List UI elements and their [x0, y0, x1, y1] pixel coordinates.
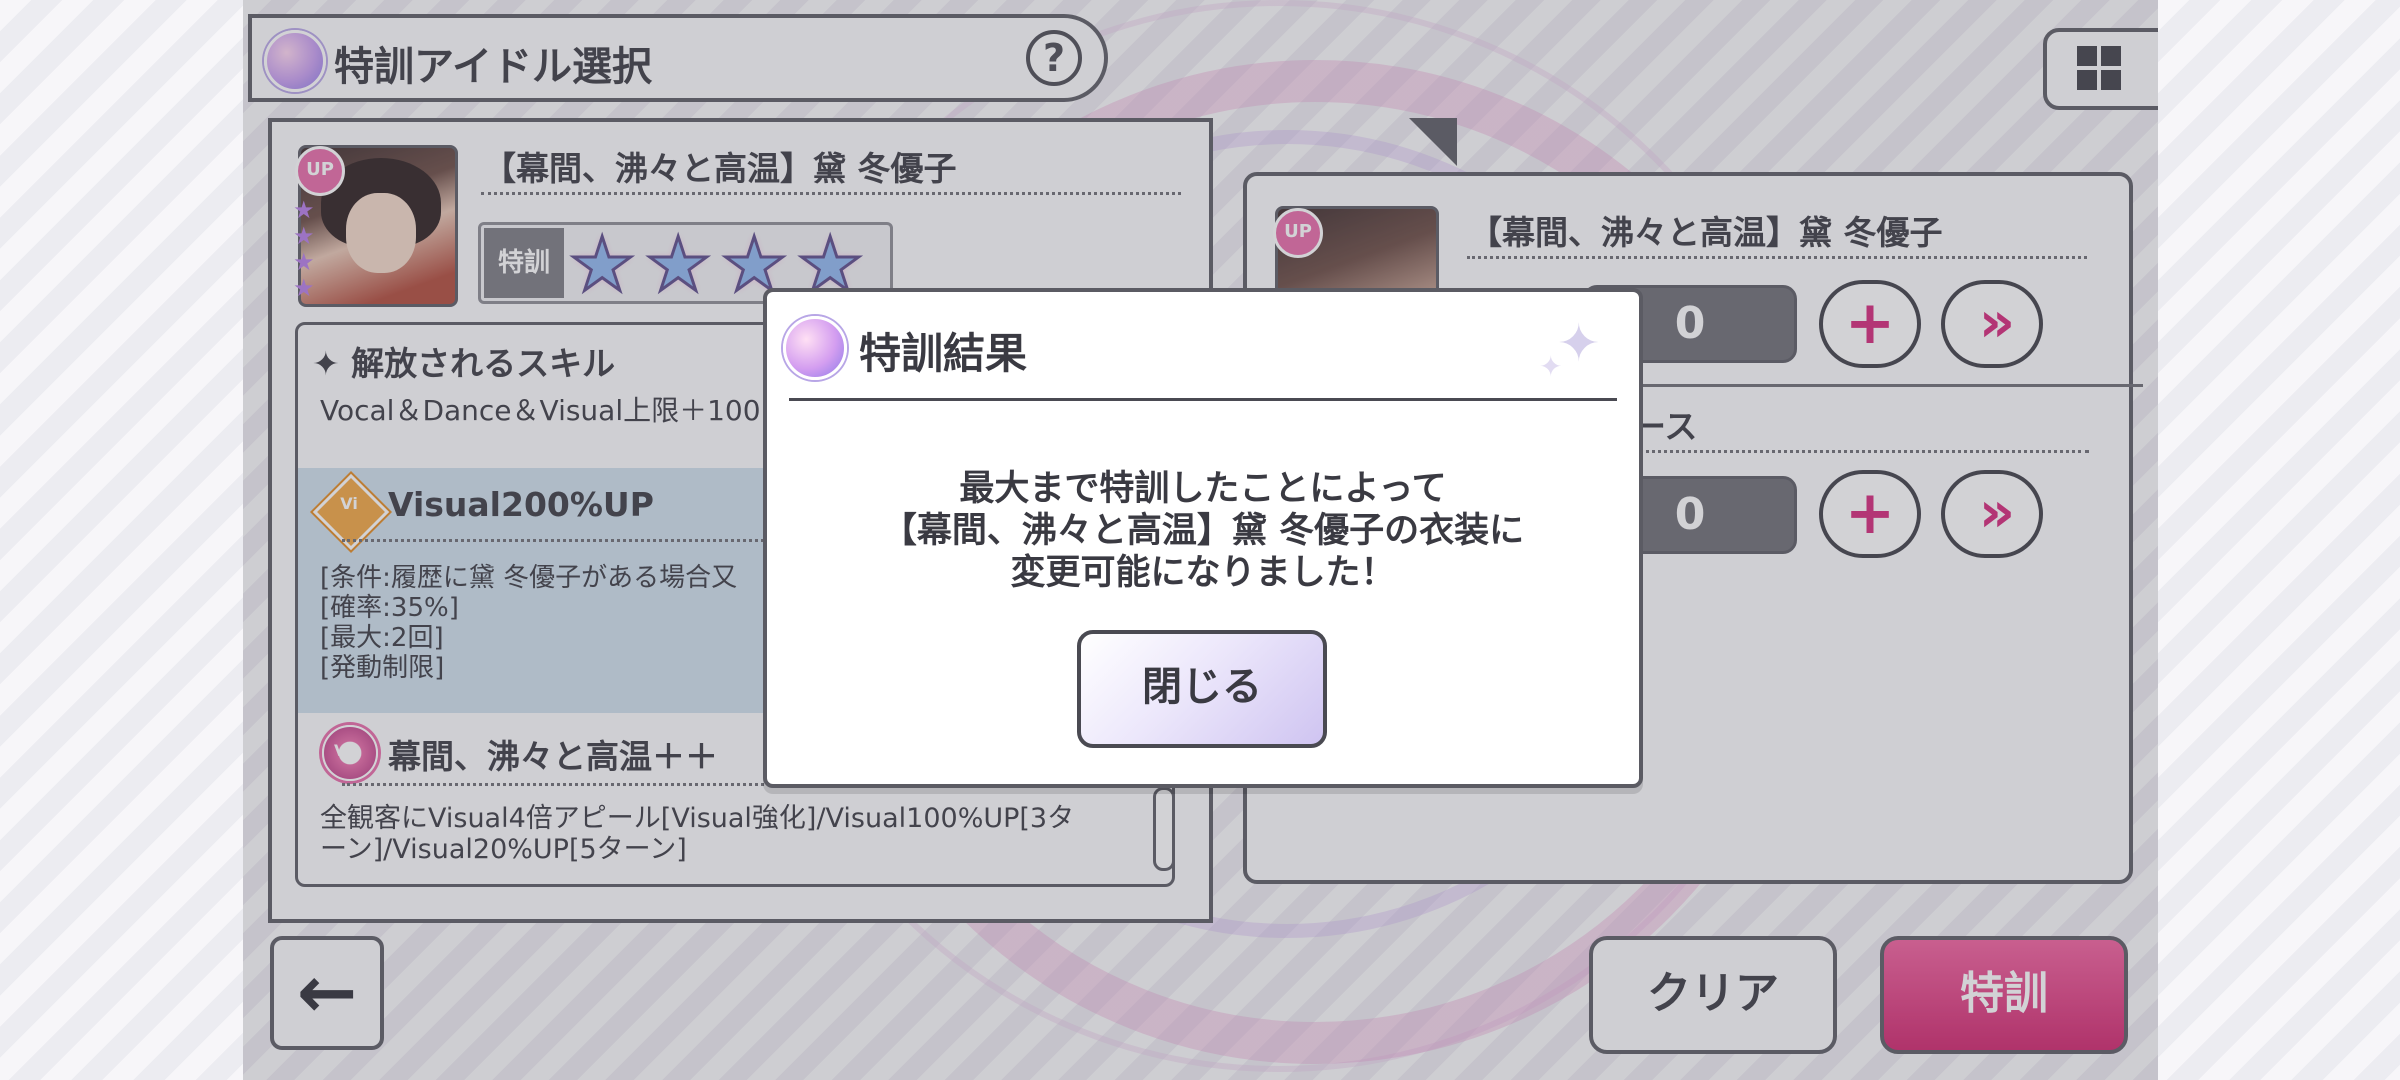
close-button[interactable]: 閉じる	[1077, 630, 1327, 748]
game-screen: 特訓アイドル選択 ? UP ★ ★ ★ ★ 【幕間、沸々と高温】黛 冬優子 特訓…	[243, 0, 2158, 1080]
sparkle-icon: ✦	[1557, 314, 1601, 374]
left-letterbox	[0, 0, 243, 1080]
dialog-divider	[789, 398, 1617, 401]
dialog-title: 特訓結果	[859, 329, 1028, 378]
dialog-message: 変更可能になりました！	[1010, 553, 1396, 593]
right-letterbox	[2158, 0, 2400, 1080]
unit-emblem-icon	[783, 316, 847, 380]
tokkun-result-dialog: 特訓結果 ✦ ✦ 最大まで特訓したことによって 【幕間、沸々と高温】黛 冬優子の…	[763, 288, 1643, 788]
sparkle-icon: ✦	[1539, 350, 1563, 383]
